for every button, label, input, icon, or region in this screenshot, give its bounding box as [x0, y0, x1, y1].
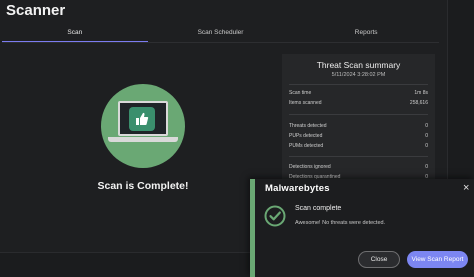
threat-scan-summary-panel: Threat Scan summary 5/11/2024 3:28:02 PM…: [282, 54, 435, 182]
tabs-divider: [2, 42, 439, 43]
summary-row-ignored: Detections ignored 0: [289, 164, 428, 170]
laptop-icon: [118, 101, 168, 136]
summary-value: 258,616: [409, 100, 428, 106]
summary-divider: [289, 156, 428, 157]
summary-label: Detections ignored: [289, 164, 331, 170]
close-icon[interactable]: ×: [463, 182, 469, 194]
summary-title: Threat Scan summary: [316, 60, 401, 70]
summary-divider: [289, 114, 428, 115]
notification-message: Awesome! No threats were detected.: [295, 220, 386, 226]
scan-complete-notification: Malwarebytes × Scan complete Awesome! No…: [250, 179, 474, 277]
tab-scan[interactable]: Scan: [2, 27, 148, 43]
tab-reports[interactable]: Reports: [293, 27, 439, 43]
summary-label: PUMs detected: [289, 143, 324, 149]
summary-divider: [289, 84, 428, 85]
summary-date: 5/11/2024 3:28:02 PM: [331, 72, 386, 78]
summary-value: 0: [425, 143, 428, 149]
summary-value: 0: [425, 164, 428, 170]
summary-row-pums: PUMs detected 0: [289, 143, 428, 149]
summary-value: 0: [425, 133, 428, 139]
summary-value: 1m 8s: [414, 90, 428, 96]
thumbs-up-icon: [129, 107, 155, 131]
tab-scan-scheduler[interactable]: Scan Scheduler: [148, 27, 294, 43]
laptop-base: [108, 137, 178, 142]
summary-value: 0: [425, 123, 428, 129]
summary-row-items-scanned: Items scanned 258,616: [289, 100, 428, 106]
tab-bar: Scan Scan Scheduler Reports: [2, 27, 439, 43]
summary-label: Threats detected: [289, 123, 327, 129]
view-scan-report-button[interactable]: View Scan Report: [407, 251, 468, 268]
summary-row-pups: PUPs detected 0: [289, 133, 428, 139]
close-button[interactable]: Close: [358, 251, 400, 268]
summary-label: Scan time: [289, 90, 312, 96]
scan-status-text: Scan is Complete!: [97, 180, 189, 192]
summary-row-threats: Threats detected 0: [289, 123, 428, 129]
check-circle-icon: [264, 205, 286, 227]
notification-title: Scan complete: [295, 205, 342, 212]
page-title: Scanner: [6, 2, 66, 19]
summary-row-scan-time: Scan time 1m 8s: [289, 90, 428, 96]
summary-label: PUPs detected: [289, 133, 323, 139]
malwarebytes-logo: Malwarebytes: [265, 183, 330, 194]
summary-label: Items scanned: [289, 100, 322, 106]
